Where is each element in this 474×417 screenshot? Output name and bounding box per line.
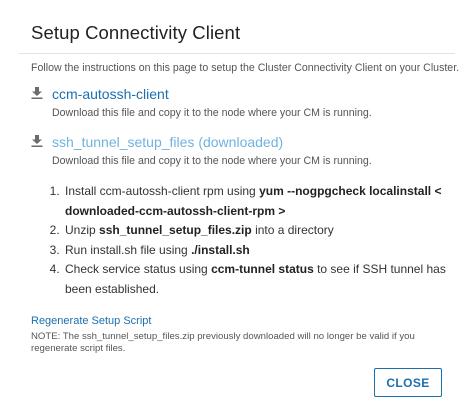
regenerate-note: NOTE: The ssh_tunnel_setup_files.zip pre… bbox=[31, 331, 415, 354]
setup-step: Install ccm-autossh-client rpm using yum… bbox=[63, 182, 457, 221]
title-divider bbox=[19, 53, 455, 54]
setup-step: Unzip ssh_tunnel_setup_files.zip into a … bbox=[63, 221, 457, 241]
download-link-ccm-autossh-client[interactable]: ccm-autossh-client bbox=[52, 86, 169, 102]
dialog-title: Setup Connectivity Client bbox=[31, 22, 241, 43]
setup-step: Check service status using ccm-tunnel st… bbox=[63, 260, 457, 299]
close-button[interactable]: CLOSE bbox=[374, 368, 442, 397]
download-row-ssh-tunnel-setup-files: ssh_tunnel_setup_files (downloaded) bbox=[31, 133, 283, 151]
setup-steps-list: Install ccm-autossh-client rpm using yum… bbox=[46, 182, 457, 300]
download-icon bbox=[31, 87, 43, 99]
setup-connectivity-dialog: Setup Connectivity Client Follow the ins… bbox=[0, 0, 474, 417]
download-description: Download this file and copy it to the no… bbox=[52, 107, 372, 119]
regenerate-setup-script-link[interactable]: Regenerate Setup Script bbox=[31, 315, 151, 327]
download-description: Download this file and copy it to the no… bbox=[52, 155, 372, 167]
setup-step: Run install.sh file using ./install.sh bbox=[63, 241, 457, 261]
download-row-ccm-autossh-client: ccm-autossh-client bbox=[31, 85, 169, 103]
download-link-ssh-tunnel-setup-files[interactable]: ssh_tunnel_setup_files (downloaded) bbox=[52, 134, 283, 150]
intro-text: Follow the instructions on this page to … bbox=[31, 62, 460, 74]
download-icon bbox=[31, 135, 43, 147]
